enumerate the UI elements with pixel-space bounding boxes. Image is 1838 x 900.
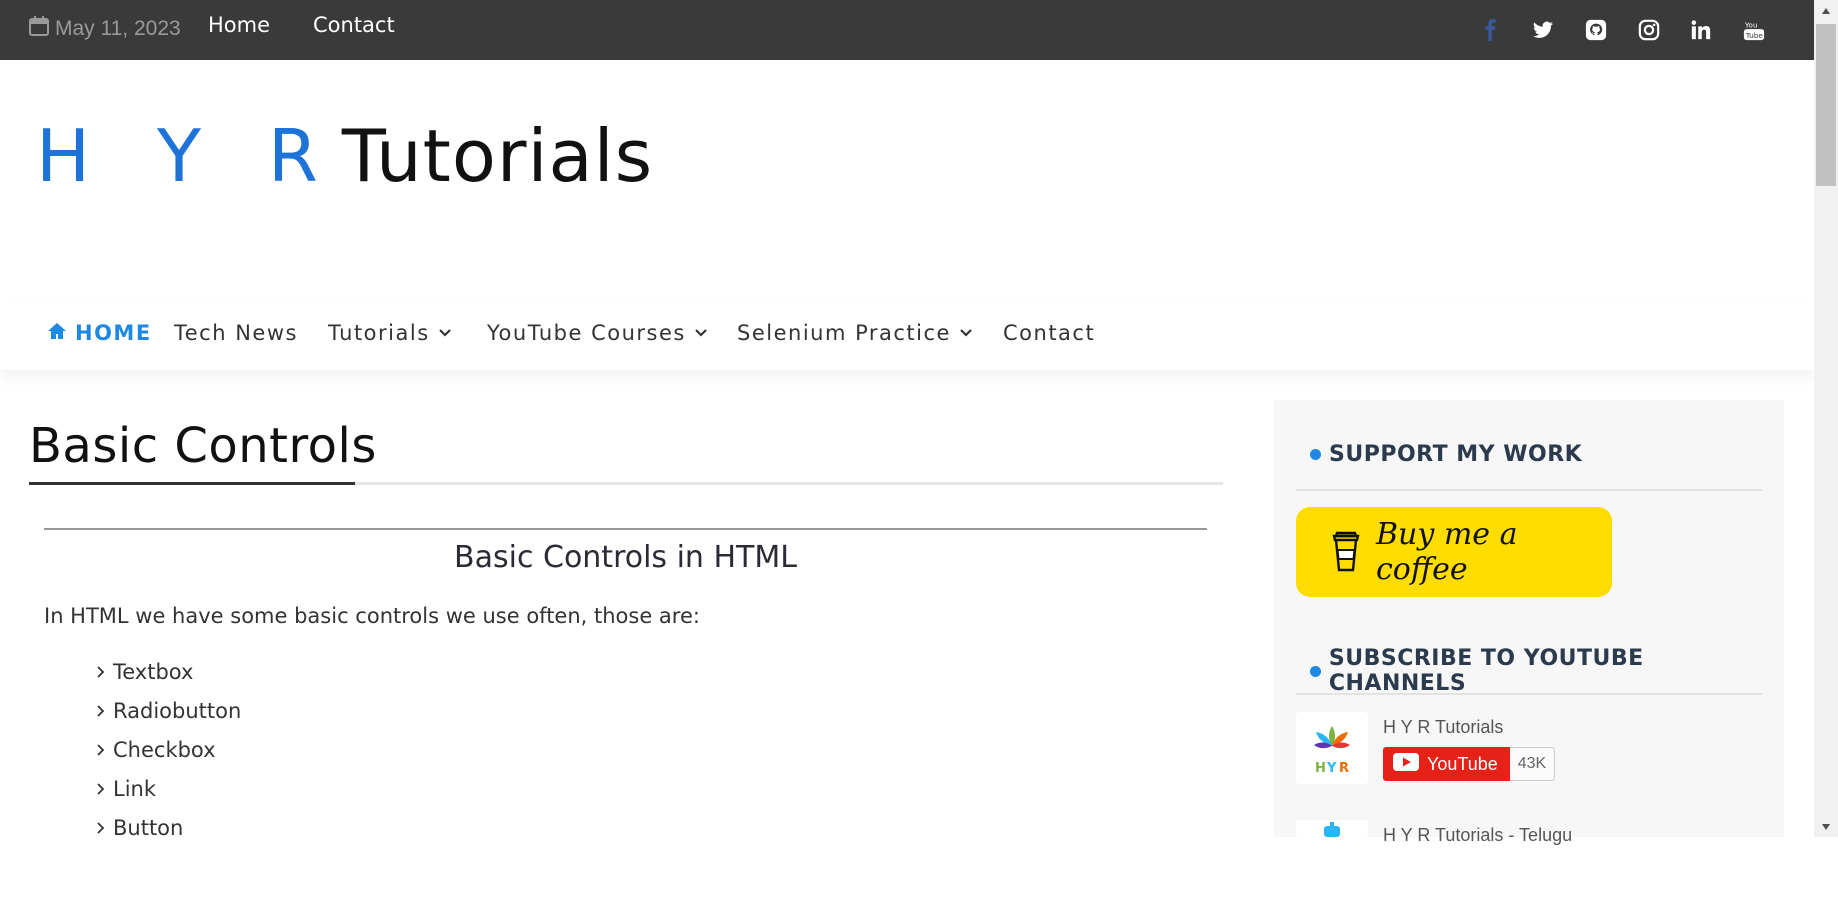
nav-item-selenium-practice[interactable]: Selenium Practice [737,318,973,348]
chevron-down-icon [959,321,973,345]
nav-tutorials-label: Tutorials [328,321,430,345]
list-item-text: Checkbox [113,737,216,762]
bullet-dot-icon [1310,665,1321,677]
buy-me-a-coffee-label: Buy me a coffee [1376,517,1518,587]
channel-name[interactable]: H Y R Tutorials - Telugu [1383,825,1572,846]
chevron-down-icon [438,321,452,345]
youtube-play-icon [1393,752,1419,776]
support-title-text: SUPPORT MY WORK [1329,442,1583,467]
list-item: Radiobutton [95,691,241,730]
widget-divider [1296,693,1762,695]
svg-text:Y: Y [1326,761,1337,776]
site-logo[interactable]: H Y RTutorials [36,112,653,200]
list-item-text: Button [113,815,184,840]
nav-contact-label: Contact [1003,321,1096,345]
list-item-text: Link [113,776,157,801]
chevron-down-icon [694,321,708,345]
list-item: Link [95,769,241,808]
date-text: May 11, 2023 [55,17,181,40]
youtube-button-text: YouTube [1427,753,1498,774]
top-link-home[interactable]: Home [208,13,270,37]
nav-youtube-courses-label: YouTube Courses [487,321,686,345]
youtube-button-label: YouTube [1383,747,1510,781]
youtube-channel-entry: H Y R H Y R Tutorials YouTube 43K [1296,712,1766,792]
controls-list: Textbox Radiobutton Checkbox Link Button [95,652,241,847]
instagram-icon[interactable] [1636,17,1662,43]
main-nav: HOME Tech News Tutorials YouTube Courses… [0,300,1814,370]
page-title: Basic Controls [29,418,377,474]
svg-text:H: H [1315,761,1326,776]
nav-item-youtube-courses[interactable]: YouTube Courses [487,318,708,348]
top-link-contact[interactable]: Contact [313,13,395,37]
list-item-text: Textbox [113,659,194,684]
bullet-dot-icon [1310,449,1321,460]
youtube-subscribe-button[interactable]: YouTube 43K [1383,747,1556,781]
youtube-channel-entry: H Y R Tutorials - Telugu [1296,820,1766,900]
title-underline-accent [29,482,355,485]
home-icon [47,321,67,346]
chevron-right-icon [95,699,107,723]
subscriber-count: 43K [1509,747,1556,781]
nav-selenium-practice-label: Selenium Practice [737,321,951,345]
coffee-cup-icon [1330,528,1362,576]
chevron-right-icon [95,816,107,840]
youtube-icon[interactable]: You Tube [1741,17,1767,43]
facebook-icon[interactable] [1478,17,1504,43]
subscribe-title-text: SUBSCRIBE TO YOUTUBE CHANNELS [1328,646,1644,696]
post-date: May 11, 2023 [29,14,181,44]
widget-divider [1296,489,1762,491]
support-widget-title: SUPPORT MY WORK [1310,442,1582,467]
svg-text:Tube: Tube [1745,31,1764,40]
chevron-right-icon [95,660,107,684]
logo-tutorials: Tutorials [341,114,654,198]
svg-text:You: You [1744,20,1758,29]
buy-me-a-coffee-button[interactable]: Buy me a coffee [1296,507,1612,597]
twitter-icon[interactable] [1530,17,1556,43]
scroll-up-arrow-icon[interactable] [1814,2,1838,20]
sidebar: SUPPORT MY WORK Buy me a coffee SUBSCRIB… [1274,400,1784,845]
nav-item-tutorials[interactable]: Tutorials [328,318,452,348]
nav-tech-news-label: Tech News [174,321,298,345]
nav-home-label: HOME [75,321,152,345]
nav-item-home[interactable]: HOME [47,318,152,348]
list-item: Checkbox [95,730,241,769]
intro-text: In HTML we have some basic controls we u… [44,604,700,628]
scrollbar-thumb[interactable] [1816,24,1836,186]
linkedin-icon[interactable] [1688,17,1714,43]
logo-hyr: H Y R [36,114,340,198]
channel-avatar[interactable] [1296,820,1368,837]
chevron-right-icon [95,777,107,801]
content-divider [44,528,1207,530]
chevron-right-icon [95,738,107,762]
subscribe-widget-title: SUBSCRIBE TO YOUTUBE CHANNELS [1310,646,1784,696]
svg-text:R: R [1339,761,1349,776]
top-bar: May 11, 2023 Home Contact You Tube [0,0,1814,60]
nav-item-contact[interactable]: Contact [1003,318,1095,348]
github-icon[interactable] [1583,17,1609,43]
nav-item-tech-news[interactable]: Tech News [174,318,298,348]
list-item-text: Radiobutton [113,698,242,723]
channel-name[interactable]: H Y R Tutorials [1383,717,1503,738]
list-item: Textbox [95,652,241,691]
list-item: Button [95,808,241,847]
channel-avatar[interactable]: H Y R [1296,712,1368,784]
calendar-icon [29,16,49,42]
scroll-down-arrow-icon[interactable] [1814,818,1838,836]
content-heading: Basic Controls in HTML [454,540,797,575]
